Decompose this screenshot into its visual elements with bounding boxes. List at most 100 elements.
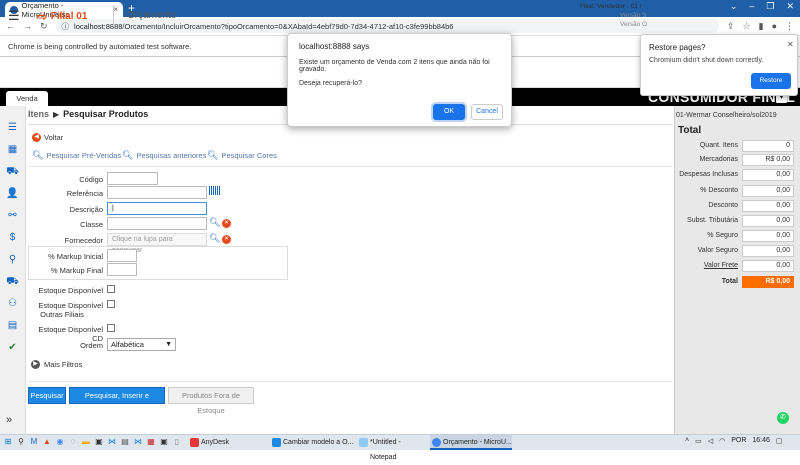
- calculator-icon[interactable]: ▦: [6, 144, 19, 156]
- app-icon[interactable]: ▦: [146, 437, 156, 447]
- estoque-disponivel-checkbox[interactable]: [107, 285, 115, 293]
- delivery-user-icon[interactable]: ⚇: [6, 298, 19, 310]
- clear-icon[interactable]: ✕: [222, 219, 231, 228]
- markup-inicial-input[interactable]: [107, 249, 137, 262]
- search-icon[interactable]: ⚲: [16, 437, 26, 447]
- summary-value[interactable]: 0,00: [742, 169, 794, 181]
- hamburger-menu-icon[interactable]: ☰: [8, 8, 20, 24]
- windows-start-icon[interactable]: ⊞: [3, 437, 13, 447]
- arrow-right-icon: ⇨: [36, 8, 48, 24]
- breadcrumb-parent[interactable]: Itens: [28, 109, 49, 119]
- summary-value[interactable]: 0,00: [742, 185, 794, 197]
- summary-value[interactable]: 0,00: [742, 260, 794, 272]
- ordem-select[interactable]: Alfabética ▼: [107, 338, 176, 351]
- version-info: Versão S: [620, 12, 647, 19]
- summary-row: Mercadorias R$ 0,00: [674, 153, 800, 167]
- previous-searches-link[interactable]: 🔍︎ Pesquisas anteriores: [122, 150, 206, 161]
- app-icon[interactable]: ⋈: [133, 437, 143, 447]
- taskbar-app-label: AnyDesk: [201, 439, 230, 446]
- app-icon[interactable]: ▤: [120, 437, 130, 447]
- taskbar-app-cambiar[interactable]: Cambiar modelo a O...: [270, 435, 354, 450]
- wifi-icon[interactable]: ◠: [719, 437, 725, 445]
- expand-sidebar-icon[interactable]: »: [6, 414, 12, 426]
- minimize-icon[interactable]: –: [749, 1, 754, 12]
- handshake-icon[interactable]: ⚯: [6, 210, 19, 222]
- summary-value[interactable]: 0,00: [742, 230, 794, 242]
- fornecedor-label: Fornecedor: [64, 236, 103, 245]
- codigo-input[interactable]: [107, 172, 158, 185]
- markup-final-input[interactable]: [107, 263, 137, 276]
- summary-value[interactable]: 0,00: [742, 200, 794, 212]
- out-of-stock-button[interactable]: Produtos Fora de Estoque: [168, 387, 254, 415]
- summary-row: % Desconto 0,00: [674, 184, 800, 198]
- app-icon[interactable]: ▲: [42, 437, 52, 447]
- user-icon[interactable]: 👤: [6, 188, 19, 200]
- menu-dots-icon[interactable]: ⋮: [785, 21, 794, 32]
- search-insert-continue-button[interactable]: Pesquisar, Inserir e Continuar: [69, 387, 165, 415]
- taskbar-app-label: Orçamento - MicroU...: [443, 439, 512, 446]
- classe-input[interactable]: [107, 217, 207, 230]
- folder-icon[interactable]: ▬: [81, 437, 91, 447]
- summary-value[interactable]: 0,00: [742, 245, 794, 257]
- app-icon[interactable]: ◌: [68, 437, 78, 447]
- version-info: Versão O: [620, 21, 648, 28]
- chevron-down-icon[interactable]: ⌄: [730, 1, 738, 12]
- forward-arrow-icon[interactable]: →: [23, 21, 32, 31]
- search-presales-link[interactable]: 🔍︎ Pesquisar Pré-Vendas: [32, 150, 121, 161]
- maximize-icon[interactable]: ❐: [766, 1, 774, 12]
- close-tab-icon[interactable]: ×: [113, 5, 118, 14]
- app-icon[interactable]: ▣: [94, 437, 104, 447]
- language-indicator[interactable]: POR: [731, 437, 746, 445]
- cancel-button[interactable]: Cancel: [471, 104, 503, 120]
- m-app-icon[interactable]: M: [29, 437, 39, 447]
- summary-label: Subst. Tributária: [687, 217, 738, 224]
- notification-icon[interactable]: ▢: [776, 437, 783, 445]
- estoque-cd-checkbox[interactable]: [107, 324, 115, 332]
- tab-venda[interactable]: Venda: [6, 91, 48, 106]
- network-icon[interactable]: ▭: [695, 437, 702, 445]
- cart-icon[interactable]: ⛟: [6, 166, 19, 178]
- search-colors-link[interactable]: 🔍︎ Pesquisar Cores: [207, 150, 277, 161]
- ok-button[interactable]: OK: [433, 104, 465, 120]
- chrome-icon[interactable]: ◉: [55, 437, 65, 447]
- location-pin-icon[interactable]: ⚲: [6, 254, 19, 266]
- search-icon[interactable]: 🔍︎: [209, 233, 220, 244]
- search-icon[interactable]: 🔍︎: [209, 217, 220, 228]
- chevron-up-icon[interactable]: ˄: [685, 437, 689, 445]
- descricao-input[interactable]: |: [107, 202, 207, 215]
- share-icon[interactable]: ⇪: [727, 21, 735, 32]
- taskbar-app-orcamento[interactable]: Orçamento - MicroU...: [430, 435, 512, 450]
- restore-button[interactable]: Restore: [751, 73, 791, 89]
- check-icon[interactable]: ✔: [6, 342, 19, 354]
- referencia-input[interactable]: [107, 186, 207, 199]
- truck-icon[interactable]: ⛟: [6, 276, 19, 288]
- volume-icon[interactable]: ◁: [708, 437, 713, 445]
- estoque-outras-checkbox[interactable]: [107, 300, 115, 308]
- profile-icon[interactable]: ●: [772, 21, 777, 31]
- whatsapp-icon[interactable]: ✆: [777, 412, 789, 424]
- vscode-icon[interactable]: ⋈: [107, 437, 117, 447]
- summary-row: % Seguro 0,00: [674, 229, 800, 243]
- summary-value: R$ 0,00: [742, 154, 794, 166]
- more-filters-toggle[interactable]: ▶ Mais Filtros: [31, 360, 82, 369]
- app-icon[interactable]: ▣: [159, 437, 169, 447]
- star-icon[interactable]: ☆: [743, 21, 751, 32]
- list-icon[interactable]: ☰: [6, 122, 19, 134]
- close-icon[interactable]: ✕: [787, 40, 794, 49]
- taskbar-app-anydesk[interactable]: AnyDesk: [188, 435, 266, 450]
- document-icon[interactable]: ▤: [6, 320, 19, 332]
- sidepanel-icon[interactable]: ▮: [759, 21, 764, 32]
- clear-icon[interactable]: ✕: [222, 235, 231, 244]
- infobar-text: Chrome is being controlled by automated …: [8, 41, 192, 51]
- back-link[interactable]: ◀ Voltar: [32, 133, 63, 142]
- fornecedor-input[interactable]: Clique na lupa para pesquisar: [107, 233, 207, 254]
- link-label: Pesquisas anteriores: [136, 151, 207, 160]
- branch-selector[interactable]: ⇨ Filial 01: [36, 8, 87, 25]
- dollar-icon[interactable]: $: [6, 232, 19, 244]
- clock[interactable]: 16:46: [752, 437, 770, 445]
- taskbar-app-notepad[interactable]: *Untitled - Notepad: [357, 435, 429, 461]
- app-icon[interactable]: ▯: [172, 437, 182, 447]
- barcode-icon[interactable]: [209, 186, 220, 195]
- close-window-icon[interactable]: ✕: [786, 1, 794, 12]
- search-button[interactable]: Pesquisar: [28, 387, 66, 404]
